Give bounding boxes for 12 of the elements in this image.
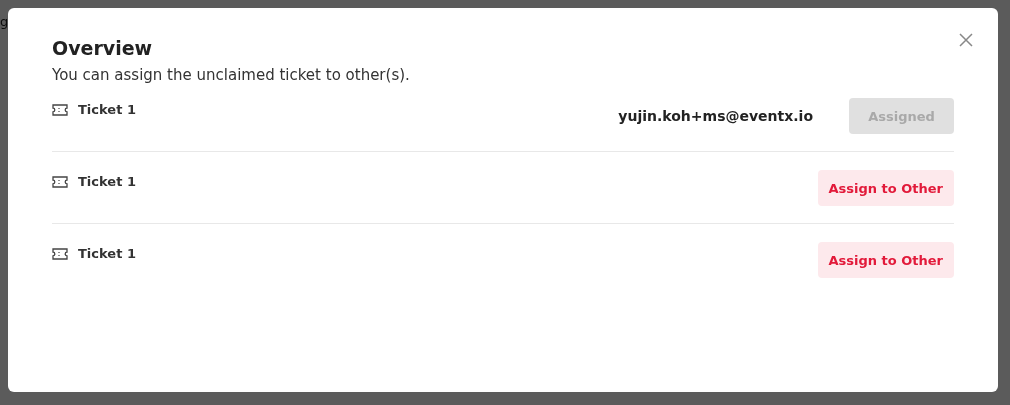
ticket-name: Ticket 1 [78, 173, 136, 191]
ticket-icon [52, 248, 68, 260]
assign-button[interactable]: Assign to Other [817, 242, 954, 278]
ticket-icon [52, 176, 68, 188]
ticket-name: Ticket 1 [78, 245, 136, 263]
dialog-subtitle: You can assign the unclaimed ticket to other(s). [52, 65, 411, 85]
assign-button[interactable]: Assign to Other [817, 170, 954, 206]
background-text: g [0, 14, 9, 30]
assignee-email: yujin.koh+ms@eventx.io [618, 107, 813, 125]
ticket-icon [52, 104, 68, 116]
dialog-title: Overview [52, 36, 154, 60]
ticket-name: Ticket 1 [78, 101, 136, 119]
